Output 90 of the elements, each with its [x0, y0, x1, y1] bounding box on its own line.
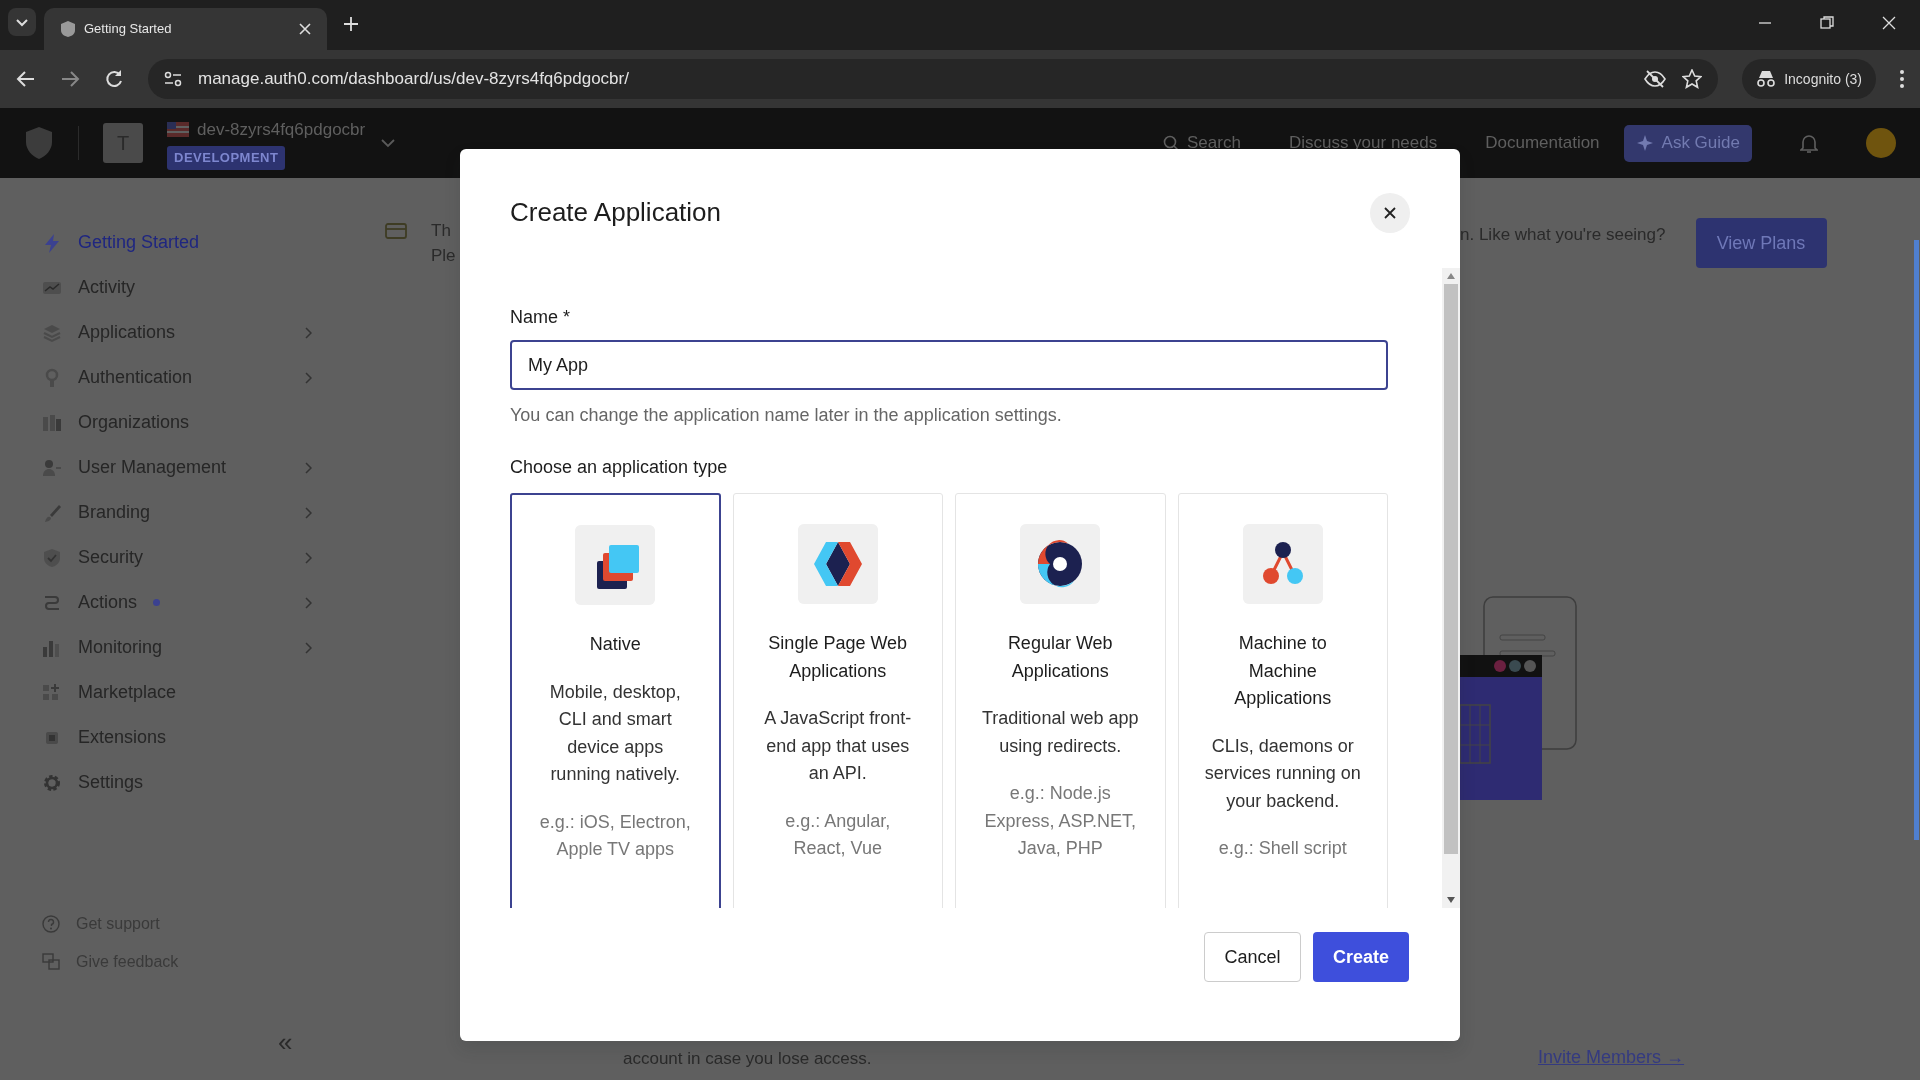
sidebar-item[interactable]: Activity	[42, 265, 312, 310]
help-text: You can change the application name later in the application settings.	[510, 404, 1063, 427]
grid-icon	[42, 682, 62, 703]
search-button[interactable]: Search	[1163, 130, 1241, 156]
card-icon	[385, 222, 407, 240]
tab-list-icon[interactable]	[8, 8, 36, 36]
ask-guide-button[interactable]: Ask Guide	[1623, 124, 1752, 162]
chevron-right-icon	[305, 506, 312, 519]
close-icon[interactable]	[299, 23, 311, 35]
reload-icon[interactable]	[104, 69, 124, 89]
app-type-card[interactable]: Single Page Web Applications A JavaScript front-end app that uses an API. e.g.: Angular, React, Vue	[732, 493, 943, 908]
browser-tab[interactable]: Getting Started	[44, 8, 327, 50]
field-label: Name *	[510, 306, 572, 329]
chevron-right-icon	[305, 596, 312, 609]
tenant-name[interactable]: dev-8zyrs4fq6pdgocbr	[197, 116, 366, 142]
sidebar-item[interactable]: Security	[42, 535, 312, 580]
scrollbar-thumb[interactable]	[1444, 284, 1458, 854]
search-icon	[1163, 135, 1179, 151]
shield-icon	[42, 547, 62, 568]
sidebar-item[interactable]: Settings	[42, 760, 312, 805]
address-bar[interactable]: manage.auth0.com/dashboard/us/dev-8zyrs4fq6pdgocbr/	[148, 59, 1719, 99]
site-settings-icon[interactable]	[164, 71, 182, 87]
sidebar-item[interactable]: Extensions	[42, 715, 312, 760]
chevron-right-icon	[305, 551, 312, 564]
user-avatar[interactable]	[1866, 128, 1896, 158]
scrollbar[interactable]	[1442, 268, 1460, 908]
card-title: Machine to Machine Applications	[1233, 632, 1333, 710]
card-examples: e.g.: Angular, React, Vue	[784, 809, 892, 860]
incognito-icon	[1756, 70, 1777, 88]
url-text: manage.auth0.com/dashboard/us/dev-8zyrs4fq6pdgocbr/	[198, 68, 630, 91]
card-title: Regular Web Applications	[1006, 632, 1114, 683]
menu-icon[interactable]	[1900, 70, 1904, 88]
sidebar-item[interactable]: Authentication	[42, 355, 312, 400]
brush-icon	[42, 502, 62, 523]
scroll-down-icon	[1446, 896, 1456, 904]
tab-title: Getting Started	[84, 20, 173, 39]
sidebar-item[interactable]: User Management	[42, 445, 312, 490]
scroll-up-icon	[1446, 272, 1456, 280]
environment-badge: DEVELOPMENT	[167, 146, 286, 170]
chevron-right-icon	[305, 641, 312, 654]
card-examples: e.g.: Shell script	[1217, 837, 1348, 860]
chevron-right-icon	[305, 371, 312, 384]
settings-icon	[42, 772, 62, 793]
bolt-icon	[42, 232, 62, 253]
sidebar-item[interactable]: Getting Started	[42, 220, 312, 265]
close-button[interactable]	[1370, 193, 1410, 233]
sidebar-item[interactable]: Applications	[42, 310, 312, 355]
incognito-label: Incognito (3)	[1784, 69, 1862, 89]
sidebar-item[interactable]: Branding	[42, 490, 312, 535]
card-title: Single Page Web Applications	[767, 632, 909, 683]
page-scrollbar[interactable]	[1914, 240, 1919, 840]
card-examples: e.g.: iOS, Electron, Apple TV apps	[538, 810, 692, 861]
name-field[interactable]: My App	[510, 340, 1388, 390]
sidebar-item[interactable]: Actions	[42, 580, 312, 625]
dialog-title: Create Application	[510, 197, 722, 229]
incognito-button[interactable]: Incognito (3)	[1742, 59, 1876, 99]
sidebar-item[interactable]: Monitoring	[42, 625, 312, 670]
card-description: CLIs, daemons or services running on your backend.	[1204, 734, 1361, 813]
card-title: Native	[588, 633, 642, 656]
forward-icon[interactable]	[60, 69, 80, 89]
collapse-button[interactable]: «	[278, 1029, 293, 1055]
flag-icon	[167, 121, 189, 137]
app-type-card[interactable]: Regular Web Applications Traditional web app using redirects. e.g.: Node.js Express, ASP.NET, Java, PHP	[955, 493, 1166, 908]
eye-off-icon[interactable]	[1644, 70, 1667, 88]
shield-icon	[60, 20, 76, 38]
users-icon	[42, 457, 62, 478]
view-plans-button[interactable]: View Plans	[1695, 218, 1827, 268]
new-tab-icon[interactable]	[343, 16, 359, 32]
app-type-card[interactable]: Native Mobile, desktop, CLI and smart device apps running natively. e.g.: iOS, Electron, Apple TV apps	[510, 493, 721, 908]
chevron-right-icon	[305, 326, 312, 339]
notification-dot	[153, 599, 161, 606]
close-icon	[1384, 207, 1396, 219]
chevron-right-icon	[305, 461, 312, 474]
bell-icon[interactable]	[1800, 133, 1818, 153]
card-examples: e.g.: Node.js Express, ASP.NET, Java, PHP	[983, 782, 1138, 860]
close-icon[interactable]	[1882, 16, 1896, 30]
back-icon[interactable]	[16, 69, 36, 89]
card-description: Traditional web app using redirects.	[982, 707, 1139, 758]
section-label: Choose an application type	[510, 456, 729, 479]
header-link[interactable]: Documentation	[1485, 130, 1600, 156]
star-icon[interactable]	[1682, 69, 1703, 89]
sidebar-item[interactable]: Organizations	[42, 400, 312, 445]
card-description: A JavaScript front-end app that uses an API.	[763, 707, 913, 785]
help-icon	[42, 915, 60, 933]
cancel-button[interactable]: Cancel	[1204, 932, 1301, 982]
create-button[interactable]: Create	[1313, 932, 1409, 982]
card-description: Mobile, desktop, CLI and smart device apps running natively.	[548, 680, 682, 786]
restore-icon[interactable]	[1820, 16, 1834, 30]
chevron-down-icon[interactable]	[381, 138, 396, 148]
sidebar-item[interactable]: Marketplace	[42, 670, 312, 715]
